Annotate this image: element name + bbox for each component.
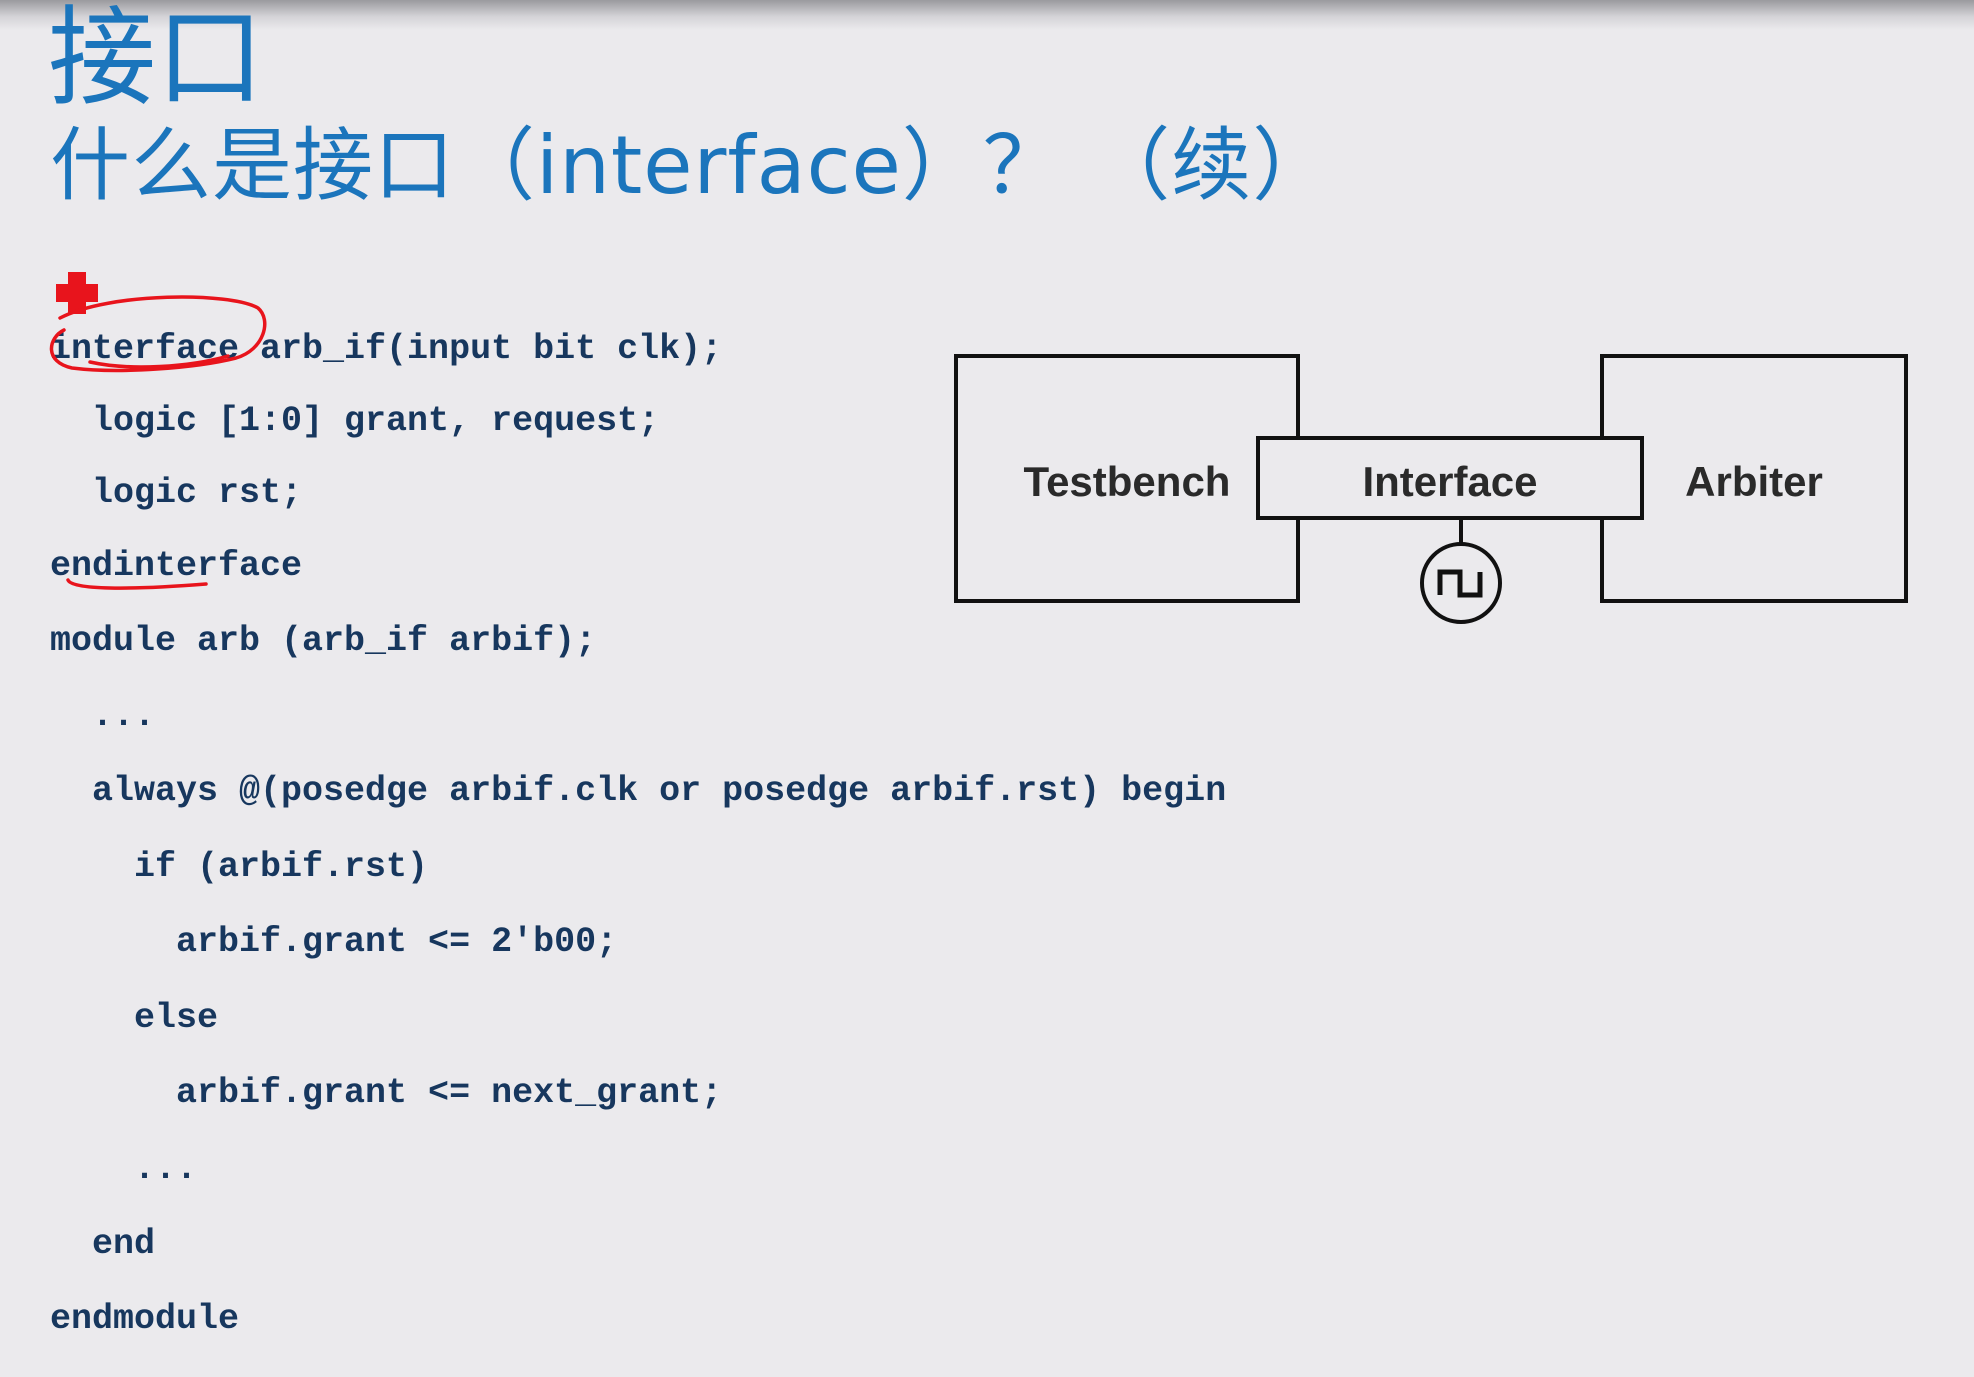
arbiter-label: Arbiter	[1685, 458, 1823, 505]
clock-waveform-icon	[1420, 542, 1502, 624]
page-subtitle: 什么是接口（interface）？ （续）	[50, 119, 1334, 212]
code-line: logic [1:0] grant, request;	[50, 401, 660, 441]
code-line: arbif.grant <= next_grant;	[50, 1073, 723, 1113]
red-plus-bullet-icon	[56, 272, 98, 314]
code-line: always @(posedge arbif.clk or posedge ar…	[50, 771, 1227, 811]
code-line: interface arb_if(input bit clk);	[50, 329, 723, 369]
interface-label: Interface	[1362, 458, 1537, 505]
ink-underline-endinterface	[66, 578, 208, 590]
top-shadow	[0, 0, 1974, 30]
ink-underline-interface	[88, 354, 230, 369]
code-line: arbif.grant <= 2'b00;	[50, 922, 618, 962]
code-line: if (arbif.rst)	[50, 847, 429, 887]
page-title: 接口	[48, 0, 265, 121]
code-line: else	[50, 998, 219, 1038]
code-line: end	[50, 1224, 156, 1264]
code-line: endinterface	[50, 546, 303, 586]
code-line: logic rst;	[50, 473, 303, 513]
code-line: endmodule	[50, 1299, 240, 1339]
code-line: module arb (arb_if arbif);	[50, 621, 597, 661]
code-line: ...	[50, 1149, 198, 1189]
testbench-label: Testbench	[1024, 458, 1231, 505]
code-line: ...	[50, 696, 156, 736]
interface-diagram: Testbench Interface Arbiter	[950, 350, 1920, 630]
